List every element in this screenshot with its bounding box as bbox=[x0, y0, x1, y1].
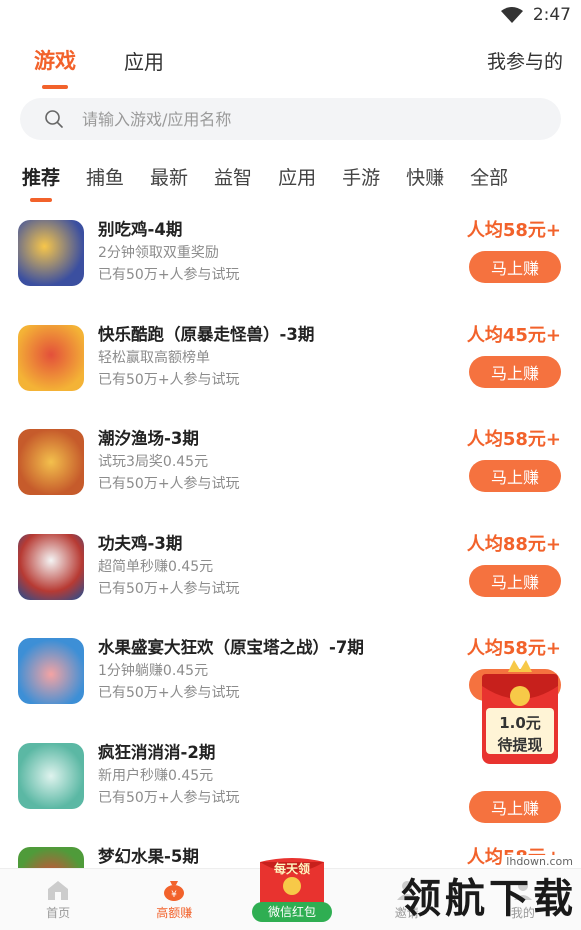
game-list: 别吃鸡-4期 2分钟领取双重奖励 已有50万+人参与试玩 人均58元+ 马上赚 … bbox=[0, 208, 581, 930]
game-thumbnail bbox=[18, 429, 84, 495]
search-bar[interactable] bbox=[20, 98, 561, 140]
category-tab-recommended[interactable]: 推荐 bbox=[22, 163, 60, 190]
reward-amount: 人均45元+ bbox=[466, 324, 561, 346]
category-tab-puzzle[interactable]: 益智 bbox=[214, 163, 252, 190]
game-desc: 新用户秒赚0.45元 bbox=[98, 767, 214, 784]
earn-now-button[interactable]: 马上赚 bbox=[469, 790, 561, 823]
game-title: 别吃鸡-4期 bbox=[98, 220, 183, 239]
earn-now-button[interactable]: 马上赚 bbox=[469, 564, 561, 597]
category-tabs: 推荐 捕鱼 最新 益智 应用 手游 快赚 全部 bbox=[0, 146, 581, 206]
status-time: 2:47 bbox=[532, 5, 571, 25]
category-tab-quick-earn[interactable]: 快赚 bbox=[406, 163, 444, 190]
list-item[interactable]: 快乐酷跑（原暴走怪兽）-3期 轻松赢取高额榜单 已有50万+人参与试玩 人均45… bbox=[0, 313, 581, 418]
wechat-redpack-top-text: 每天领 bbox=[273, 862, 310, 876]
list-item[interactable]: 潮汐渔场-3期 试玩3局奖0.45元 已有50万+人参与试玩 人均58元+ 马上… bbox=[0, 417, 581, 522]
game-thumbnail bbox=[18, 742, 84, 809]
category-tab-all[interactable]: 全部 bbox=[470, 163, 508, 190]
category-tab-fishing[interactable]: 捕鱼 bbox=[86, 163, 124, 190]
search-input[interactable] bbox=[82, 109, 502, 129]
game-desc: 1分钟躺赚0.45元 bbox=[98, 663, 209, 679]
game-desc: 2分钟领取双重奖励 bbox=[98, 245, 219, 261]
reward-amount: 人均58元+ bbox=[466, 429, 561, 450]
nav-label: 首页 bbox=[46, 905, 71, 920]
floating-redpack[interactable]: 1.0元 待提现 bbox=[478, 660, 562, 768]
top-tabs: 游戏 应用 我参与的 bbox=[0, 30, 581, 90]
nav-label: 高额赚 bbox=[156, 905, 193, 920]
watermark: lhdown.com 领航下载 bbox=[401, 855, 577, 924]
search-icon bbox=[44, 109, 64, 129]
nav-home[interactable]: 首页 bbox=[0, 869, 116, 930]
reward-amount: 人均58元+ bbox=[466, 638, 561, 659]
game-desc: 超简单秒赚0.45元 bbox=[98, 558, 214, 575]
earn-now-button[interactable]: 马上赚 bbox=[469, 251, 561, 283]
game-participants: 已有50万+人参与试玩 bbox=[98, 371, 240, 388]
game-participants: 已有50万+人参与试玩 bbox=[98, 580, 240, 597]
home-icon bbox=[48, 880, 69, 900]
redpack-label: 待提现 bbox=[497, 736, 543, 754]
game-title: 潮汐渔场-3期 bbox=[98, 429, 199, 448]
wifi-icon bbox=[500, 7, 523, 23]
game-participants: 已有50万+人参与试玩 bbox=[98, 476, 240, 492]
reward-amount: 人均88元+ bbox=[466, 533, 561, 555]
game-title: 功夫鸡-3期 bbox=[98, 533, 183, 553]
game-title: 疯狂消消消-2期 bbox=[98, 742, 216, 762]
my-participation-link[interactable]: 我参与的 bbox=[487, 47, 563, 74]
money-bag-icon: ¥ bbox=[164, 880, 185, 901]
wechat-redpack-button[interactable]: 每天领 微信红包 bbox=[250, 856, 334, 926]
status-bar: 2:47 bbox=[0, 0, 581, 30]
game-participants: 已有50万+人参与试玩 bbox=[98, 267, 240, 283]
list-item[interactable]: 功夫鸡-3期 超简单秒赚0.45元 已有50万+人参与试玩 人均88元+ 马上赚 bbox=[0, 522, 581, 627]
tab-apps[interactable]: 应用 bbox=[124, 46, 164, 75]
game-desc: 轻松赢取高额榜单 bbox=[98, 349, 210, 366]
game-thumbnail bbox=[18, 533, 84, 600]
tab-games[interactable]: 游戏 bbox=[34, 45, 76, 75]
category-tab-mobile-games[interactable]: 手游 bbox=[342, 163, 380, 190]
reward-amount: 人均58元+ bbox=[466, 220, 561, 241]
category-tab-latest[interactable]: 最新 bbox=[150, 163, 188, 190]
svg-text:¥: ¥ bbox=[171, 890, 177, 900]
wechat-redpack-label: 微信红包 bbox=[252, 902, 332, 922]
game-title: 快乐酷跑（原暴走怪兽）-3期 bbox=[98, 324, 315, 344]
list-item[interactable]: 别吃鸡-4期 2分钟领取双重奖励 已有50万+人参与试玩 人均58元+ 马上赚 bbox=[0, 208, 581, 313]
redpack-amount: 1.0元 bbox=[499, 714, 541, 732]
game-title: 梦幻水果-5期 bbox=[98, 847, 199, 866]
game-desc: 试玩3局奖0.45元 bbox=[98, 454, 209, 470]
game-title: 水果盛宴大狂欢（原宝塔之战）-7期 bbox=[98, 638, 364, 657]
earn-now-button[interactable]: 马上赚 bbox=[469, 355, 561, 388]
game-thumbnail bbox=[18, 220, 84, 286]
category-tab-apps[interactable]: 应用 bbox=[278, 163, 316, 190]
game-participants: 已有50万+人参与试玩 bbox=[98, 685, 240, 701]
game-thumbnail bbox=[18, 324, 84, 391]
earn-now-button[interactable]: 马上赚 bbox=[469, 460, 561, 492]
watermark-text: 领航下载 bbox=[401, 876, 577, 922]
nav-high-earn[interactable]: ¥ 高额赚 bbox=[116, 869, 232, 930]
game-participants: 已有50万+人参与试玩 bbox=[98, 789, 240, 806]
game-thumbnail bbox=[18, 638, 84, 704]
